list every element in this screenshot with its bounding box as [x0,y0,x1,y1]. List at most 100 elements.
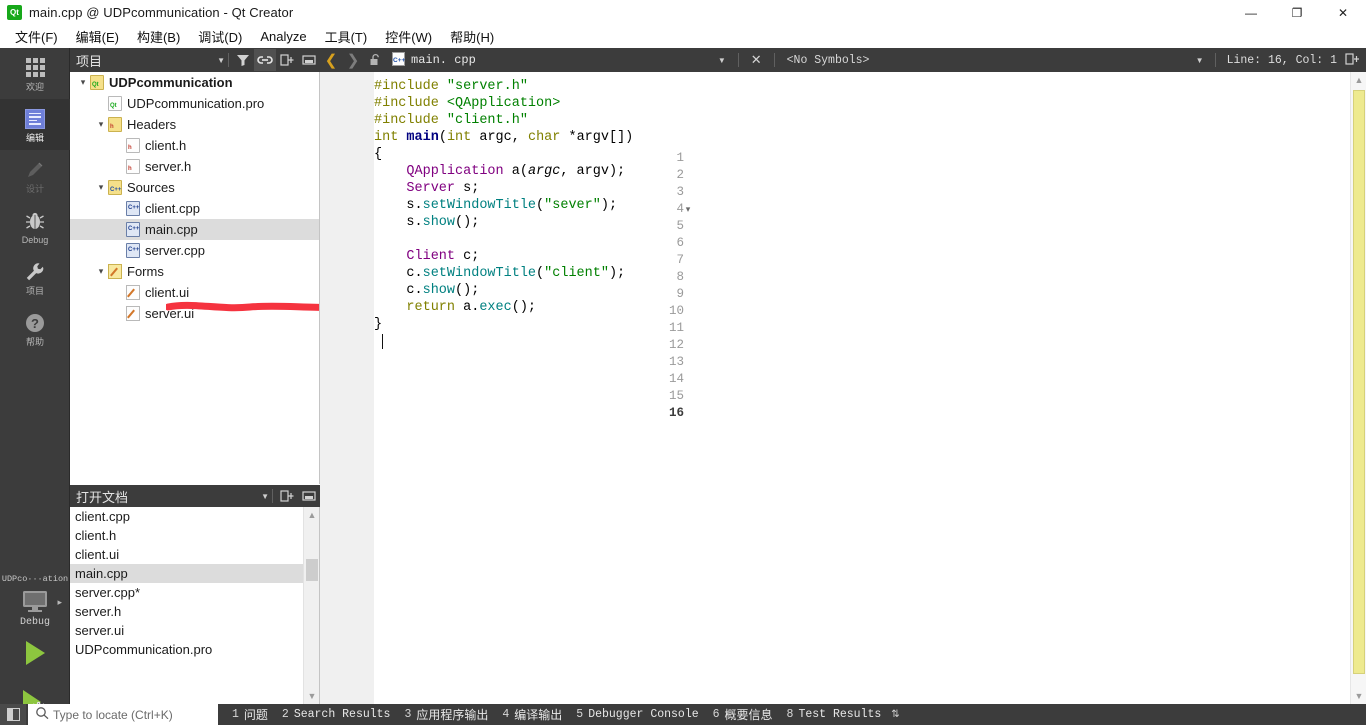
line-column-indicator[interactable]: Line: 16, Col: 1 [1227,54,1337,67]
tree-item-server-ui[interactable]: server.ui [70,303,319,324]
output-pane-button[interactable]: 3 应用程序输出 [404,706,488,723]
output-pane-button[interactable]: 2 Search Results [282,708,391,721]
menu-help[interactable]: 帮助(H) [441,25,503,48]
code-token: , argv); [560,164,626,179]
close-panel-icon[interactable] [298,485,320,507]
close-button[interactable]: ✕ [1320,0,1366,25]
tree-item-client-ui[interactable]: client.ui [70,282,319,303]
split-icon[interactable] [276,49,298,71]
menu-debug[interactable]: 调试(D) [189,25,251,48]
mode-welcome[interactable]: 欢迎 [0,48,70,99]
link-with-editor-icon[interactable] [254,49,276,71]
menu-tools[interactable]: 工具(T) [316,25,377,48]
chevron-down-icon[interactable]: ▾ [94,119,108,130]
output-pane-button[interactable]: 6 概要信息 [713,706,773,723]
tree-item-sources[interactable]: ▾ C++ Sources [70,177,319,198]
tree-item-forms[interactable]: ▾ Forms [70,261,319,282]
unlock-icon[interactable] [364,49,386,71]
mode-projects[interactable]: 项目 [0,252,70,303]
close-file-icon[interactable]: ✕ [751,52,762,68]
open-documents-list[interactable]: client.cpp client.h client.ui main.cpp serve… [70,507,320,704]
file-list-dropdown-icon[interactable]: ▼ [718,56,726,65]
ui-file-icon [126,306,140,321]
kit-project-name: UDPco···ation [1,574,69,584]
scroll-thumb[interactable] [1353,90,1365,674]
code-editor[interactable]: 1 2 3 4 ▾ 5 6 7 8 9 10 11 12 13 14 15 16 #include "serve… [320,72,1350,704]
chevron-down-icon[interactable]: ▾ [94,266,108,277]
tree-item-server-h[interactable]: h server.h [70,156,319,177]
tree-item-client-h[interactable]: h client.h [70,135,319,156]
minimize-button[interactable]: — [1228,0,1274,25]
split-icon[interactable] [276,485,298,507]
navigate-forward-button[interactable]: ❯ [342,49,364,71]
menu-edit[interactable]: 编辑(E) [67,25,128,48]
current-file-chip[interactable]: C++ main. cpp [386,51,476,69]
status-bar: Type to locate (Ctrl+K) 1 问题 2 Search Resul… [0,704,1366,725]
symbols-dropdown[interactable]: <No Symbols> [787,54,870,67]
project-panel-header: 项目 ▼ [70,48,320,72]
mode-edit[interactable]: 编辑 [0,99,70,150]
mode-help[interactable]: ? 帮助 [0,303,70,354]
split-editor-icon[interactable] [1345,52,1360,69]
tree-item-udpcommunication-pro[interactable]: Qt UDPcommunication.pro [70,93,319,114]
output-pane-updown-icon[interactable]: ⇅ [891,709,899,720]
project-tree[interactable]: ▾ Qt UDPcommunication Qt UDPcommunication.pr… [70,72,320,484]
open-document-label: client.cpp [75,509,130,524]
open-document-item[interactable]: client.ui [70,545,319,564]
code-token: #include [374,113,447,128]
code-token: *argv[]) [560,130,634,145]
open-document-item[interactable]: server.ui [70,621,319,640]
tree-item-main-cpp[interactable]: C++ main.cpp [70,219,319,240]
tree-item-headers[interactable]: ▾ h Headers [70,114,319,135]
scroll-down-icon[interactable]: ▼ [304,688,320,704]
open-document-item[interactable]: client.cpp [70,507,319,526]
run-button[interactable] [0,628,70,677]
chevron-down-icon[interactable]: ▾ [94,182,108,193]
scroll-thumb[interactable] [306,559,318,581]
filter-icon[interactable] [232,49,254,71]
code-token: (); [455,215,480,230]
output-pane-button[interactable]: 1 问题 [232,706,268,723]
chevron-down-icon[interactable]: ▾ [76,77,90,88]
open-document-item[interactable]: server.cpp* [70,583,319,602]
menu-widgets[interactable]: 控件(W) [376,25,441,48]
menu-analyze[interactable]: Analyze [251,27,315,46]
sidebar-toggle-icon[interactable] [0,704,26,725]
code-line: Client c; [374,248,479,265]
tree-item-client-cpp[interactable]: C++ client.cpp [70,198,319,219]
open-document-label: main.cpp [75,566,128,581]
maximize-button[interactable]: ❐ [1274,0,1320,25]
navigate-back-button[interactable]: ❮ [320,49,342,71]
open-document-item[interactable]: client.h [70,526,319,545]
menu-file[interactable]: 文件(F) [6,25,67,48]
output-pane-button[interactable]: 4 编译输出 [502,706,562,723]
scroll-up-icon[interactable]: ▲ [304,507,320,523]
tree-item-udpcommunication[interactable]: ▾ Qt UDPcommunication [70,72,319,93]
output-pane-button[interactable]: 8 Test Results [787,708,882,721]
code-token: "sever" [544,198,601,213]
output-pane-button[interactable]: 5 Debugger Console [576,708,698,721]
output-pane-number: 5 [576,708,584,721]
open-documents-scrollbar[interactable]: ▲ ▼ [303,507,319,704]
mode-design[interactable]: 设计 [0,150,70,201]
mode-debug[interactable]: Debug [0,201,70,252]
tree-item-label: Headers [127,117,177,132]
editor-scrollbar[interactable]: ▲ ▼ [1350,72,1366,704]
scroll-down-icon[interactable]: ▼ [1351,688,1366,704]
open-document-item[interactable]: main.cpp [70,564,319,583]
menu-build[interactable]: 构建(B) [128,25,189,48]
locator-input[interactable]: Type to locate (Ctrl+K) [28,704,218,725]
open-documents-dropdown-icon[interactable]: ▼ [261,492,269,501]
open-document-item[interactable]: server.h [70,602,319,621]
scroll-up-icon[interactable]: ▲ [1351,72,1366,88]
tree-item-server-cpp[interactable]: C++ server.cpp [70,240,319,261]
kit-selector-button[interactable]: ▸ [0,588,70,616]
code-token: "client" [544,266,609,281]
project-view-dropdown-icon[interactable]: ▼ [217,56,225,65]
code-content[interactable]: #include "server.h" #include <QApplicatio… [374,72,1350,704]
symbols-caret-icon[interactable]: ▼ [1196,56,1204,65]
code-token: c. [374,283,423,298]
open-document-item[interactable]: UDPcommunication.pro [70,640,319,659]
code-token: (); [455,283,480,298]
close-panel-icon[interactable] [298,49,320,71]
